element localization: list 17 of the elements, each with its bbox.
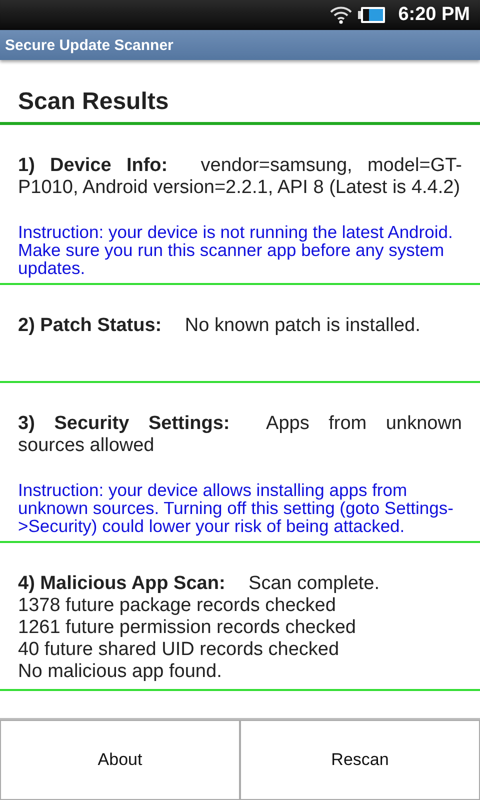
app-title: Secure Update Scanner	[5, 36, 174, 54]
section-text: 4) Malicious App Scan: Scan complete.	[18, 573, 381, 595]
clock-time: 6:20 PM	[398, 4, 470, 26]
section-text: 2) Patch Status: No known patch is installed.	[18, 315, 422, 337]
instruction-text: Instruction: your device allows installing apps from unknown sources. Turning off this setting (goto Settings->Security) could lower your risk of being attacked.	[18, 481, 454, 535]
rescan-button[interactable]: Rescan	[240, 720, 480, 800]
section-text: 3) Security Settings: Apps from unknown sources allowed	[18, 413, 462, 457]
page-heading: Scan Results	[0, 60, 480, 125]
result-line: 1378 future package records checked	[18, 595, 337, 617]
wifi-icon	[330, 6, 352, 24]
section-text: 1) Device Info: vendor=samsung, model=GT-P1010, Android version=2.2.1, API 8 (Latest is 4.4.2)	[18, 155, 462, 199]
battery-icon	[358, 6, 386, 24]
instruction-text: Instruction: your device is not running the latest Android. Make sure you run this scanner app before any system updates.	[18, 223, 454, 277]
result-line: No malicious app found.	[18, 661, 223, 683]
about-button[interactable]: About	[0, 720, 240, 800]
result-line: 1261 future permission records checked	[18, 617, 357, 639]
result-line: 40 future shared UID records checked	[18, 639, 340, 661]
